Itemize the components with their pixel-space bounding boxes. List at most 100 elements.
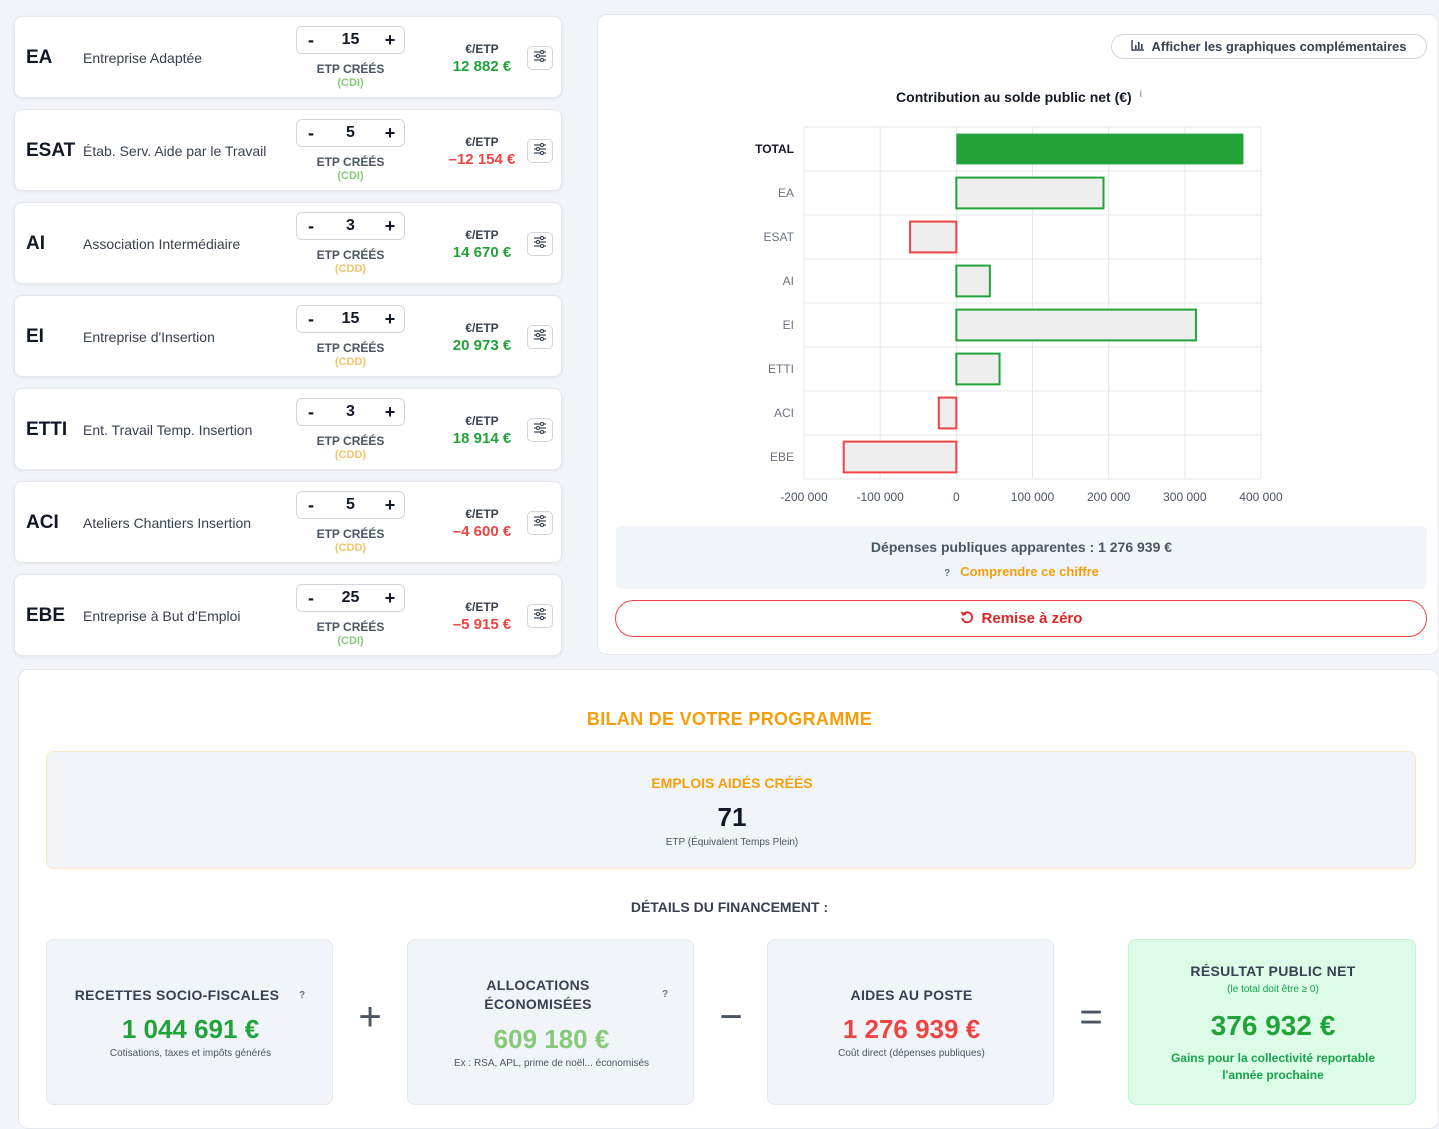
etp-stepper: - 3 + — [296, 212, 405, 240]
help-icon: ? — [944, 568, 951, 579]
contract-type: (CDD) — [334, 542, 367, 554]
increment-button[interactable]: + — [376, 399, 404, 425]
sliders-icon — [533, 235, 547, 253]
decrement-button[interactable]: - — [297, 27, 325, 53]
equals-operator: = — [1079, 995, 1103, 1039]
etp-label: ETP CRÉÉS — [316, 62, 385, 76]
program-card-ea: EA Entreprise Adaptée -15 + ETP CRÉÉS (CDI) €/… — [14, 16, 562, 98]
decrement-button[interactable]: - — [297, 492, 325, 518]
bar-ea — [955, 176, 1105, 210]
resultat-sub-2: l'année prochaine — [1222, 1068, 1324, 1082]
program-name: Étab. Serv. Aide par le Travail — [83, 143, 267, 159]
decrement-button[interactable]: - — [297, 399, 325, 425]
comprendre-link[interactable]: ? Comprendre ce chiffre — [616, 564, 1427, 579]
bilan-title: BILAN DE VOTRE PROGRAMME — [586, 709, 873, 729]
chart-panel: Afficher les graphiques complémentaires … — [597, 14, 1439, 655]
aides-label: AIDES AU POSTE — [850, 987, 973, 1003]
per-etp-value: –12 154 € — [448, 151, 516, 168]
recettes-help-icon[interactable]: ? — [299, 990, 305, 1001]
settings-button[interactable] — [527, 511, 553, 535]
per-etp-value: 14 670 € — [452, 244, 512, 261]
recettes-box: RECETTES SOCIO-FISCALES ? 1 044 691 € Co… — [46, 939, 333, 1105]
allocations-label-2: ÉCONOMISÉES — [484, 996, 592, 1012]
decrement-button[interactable]: - — [297, 120, 325, 146]
x-tick-label: 300 000 — [1163, 490, 1207, 504]
category-label: AI — [783, 274, 794, 288]
resultat-value: 376 932 € — [1210, 1010, 1336, 1041]
resultat-note: (le total doit être ≥ 0) — [1227, 984, 1319, 995]
etp-label: ETP CRÉÉS — [316, 155, 385, 169]
decrement-button[interactable]: - — [297, 306, 325, 332]
decrement-button[interactable]: - — [297, 213, 325, 239]
etp-count[interactable]: 5 — [346, 496, 355, 514]
plus-operator: + — [358, 995, 382, 1039]
settings-button[interactable] — [527, 232, 553, 256]
category-label: EI — [783, 318, 794, 332]
reset-button[interactable]: Remise à zéro — [615, 600, 1427, 637]
settings-button[interactable] — [527, 46, 553, 70]
etp-count[interactable]: 3 — [346, 217, 355, 235]
x-tick-label: 100 000 — [1011, 490, 1055, 504]
program-name: Entreprise à But d'Emploi — [83, 608, 241, 624]
increment-button[interactable]: + — [376, 213, 404, 239]
details-title: DÉTAILS DU FINANCEMENT : — [630, 899, 829, 915]
allocations-value: 609 180 € — [493, 1024, 610, 1054]
contract-type: (CDI) — [337, 77, 364, 89]
etp-count[interactable]: 3 — [346, 403, 355, 421]
settings-button[interactable] — [527, 418, 553, 442]
program-name: Entreprise d'Insertion — [83, 329, 215, 345]
sliders-icon — [533, 607, 547, 625]
per-etp-label: €/ETP — [465, 135, 499, 149]
decrement-button[interactable]: - — [297, 585, 325, 611]
contract-type: (CDD) — [334, 263, 367, 275]
x-tick-label: 0 — [953, 490, 960, 504]
settings-button[interactable] — [527, 139, 553, 163]
settings-button[interactable] — [527, 604, 553, 628]
per-etp-label: €/ETP — [465, 600, 499, 614]
program-card-aci: ACI Ateliers Chantiers Insertion - 5 + ETP CR… — [14, 481, 562, 563]
per-etp-label: €/ETP — [465, 414, 499, 428]
bar-ei — [955, 308, 1197, 342]
sliders-icon — [533, 49, 547, 67]
per-etp-value: –5 915 € — [452, 616, 512, 633]
etp-count[interactable]: 15 — [342, 31, 360, 49]
minus-operator: − — [719, 995, 743, 1039]
etp-count[interactable]: 25 — [342, 589, 360, 607]
aides-box: AIDES AU POSTE 1 276 939 € Coût direct (… — [767, 939, 1054, 1105]
emplois-label: EMPLOIS AIDÉS CRÉÉS — [651, 775, 813, 791]
category-label: TOTAL — [755, 142, 794, 156]
etp-label: ETP CRÉÉS — [316, 434, 385, 448]
program-card-ebe: EBE Entreprise à But d'Emploi -25 + ETP CRÉÉ… — [14, 574, 562, 656]
etp-stepper: - 5 + — [296, 119, 405, 147]
contract-type: (CDI) — [337, 170, 364, 182]
etp-stepper: -15 + — [296, 26, 405, 54]
bilan-section: BILAN DE VOTRE PROGRAMME EMPLOIS AIDÉS C… — [18, 669, 1439, 1129]
allocations-box: ALLOCATIONS ÉCONOMISÉES ? 609 180 € Ex :… — [407, 939, 694, 1105]
program-abbr: ESAT — [26, 140, 76, 161]
category-label: ESAT — [764, 230, 795, 244]
emplois-sub: ETP (Équivalent Temps Plein) — [665, 837, 799, 848]
category-label: ETTI — [768, 362, 794, 376]
increment-button[interactable]: + — [376, 492, 404, 518]
increment-button[interactable]: + — [376, 27, 404, 53]
program-abbr: EA — [26, 47, 53, 68]
sliders-icon — [533, 328, 547, 346]
program-name: Ent. Travail Temp. Insertion — [83, 422, 253, 438]
program-abbr: AI — [26, 233, 45, 254]
allocations-help-icon[interactable]: ? — [662, 989, 668, 1000]
per-etp-label: €/ETP — [465, 228, 499, 242]
etp-count[interactable]: 15 — [342, 310, 360, 328]
settings-button[interactable] — [527, 325, 553, 349]
increment-button[interactable]: + — [376, 585, 404, 611]
category-label: EA — [778, 186, 794, 200]
program-card-ei: EI Entreprise d'Insertion -15 + ETP CRÉÉS (CD… — [14, 295, 562, 377]
depenses-text: Dépenses publiques apparentes : 1 276 93… — [870, 539, 1173, 555]
increment-button[interactable]: + — [376, 306, 404, 332]
etp-count[interactable]: 5 — [346, 124, 355, 142]
emplois-value: 71 — [717, 802, 747, 832]
resultat-box: RÉSULTAT PUBLIC NET (le total doit être … — [1128, 939, 1416, 1105]
increment-button[interactable]: + — [376, 120, 404, 146]
x-tick-label: -200 000 — [780, 490, 828, 504]
contract-type: (CDI) — [337, 635, 364, 647]
allocations-sub: Ex : RSA, APL, prime de noël... économis… — [453, 1058, 650, 1069]
